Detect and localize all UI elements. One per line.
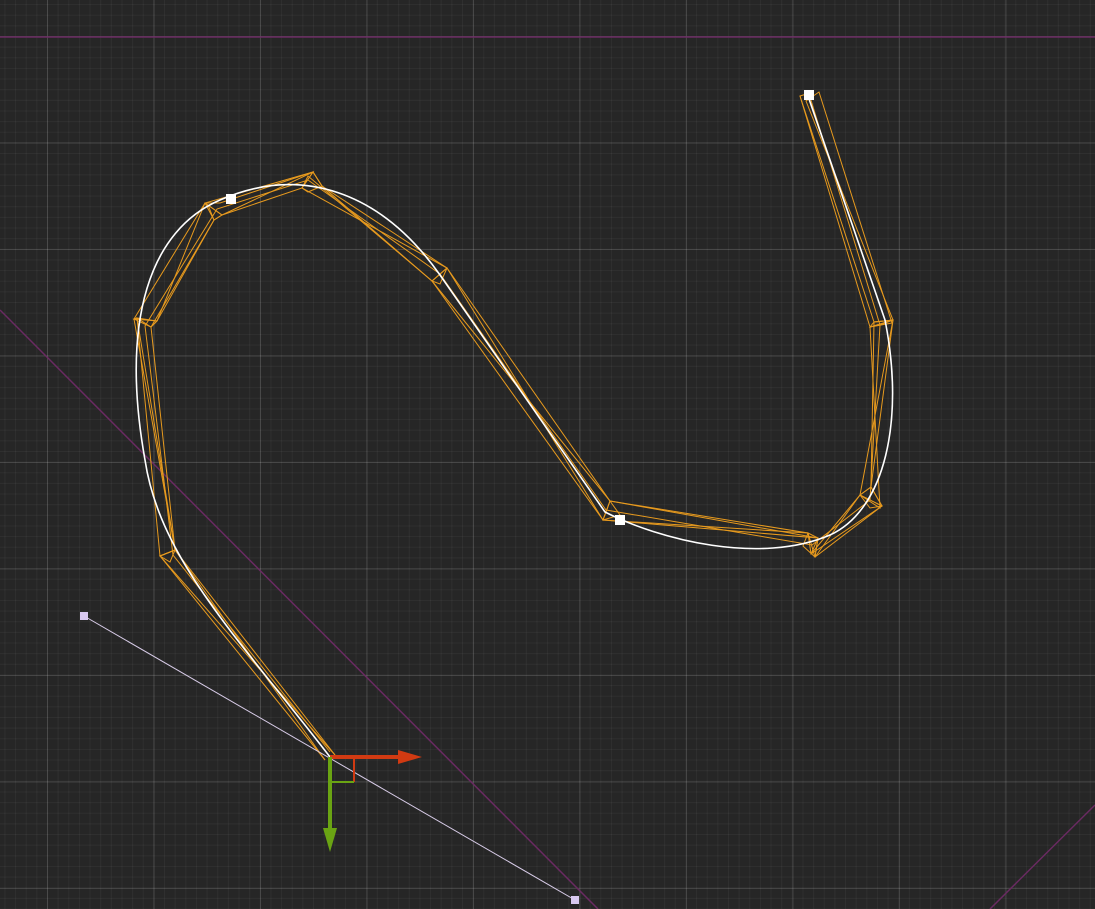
- control-point[interactable]: [226, 194, 236, 204]
- tangent-handle-point-in[interactable]: [80, 612, 88, 620]
- arrow-right-icon[interactable]: [330, 750, 422, 764]
- arrow-down-icon[interactable]: [323, 757, 337, 852]
- diagonal-guide-line: [0, 309, 599, 909]
- mesh-segment-boxes: [132, 171, 894, 563]
- guide-lines: [0, 36, 1095, 909]
- transform-gizmo[interactable]: [323, 750, 422, 852]
- editor-viewport[interactable]: [0, 0, 1095, 909]
- mesh-inner-edge: [150, 91, 893, 761]
- mesh-diagonals-b: [136, 91, 894, 761]
- tangent-handle-point-out[interactable]: [571, 896, 579, 904]
- control-point[interactable]: [615, 515, 625, 525]
- control-point[interactable]: [804, 90, 814, 100]
- scene-canvas[interactable]: [0, 0, 1095, 909]
- mesh-diagonals-a: [133, 95, 894, 756]
- corner-guide-line: [989, 804, 1095, 909]
- mesh-cross-edge: [144, 96, 881, 753]
- spline-mesh-wireframe: [132, 91, 894, 761]
